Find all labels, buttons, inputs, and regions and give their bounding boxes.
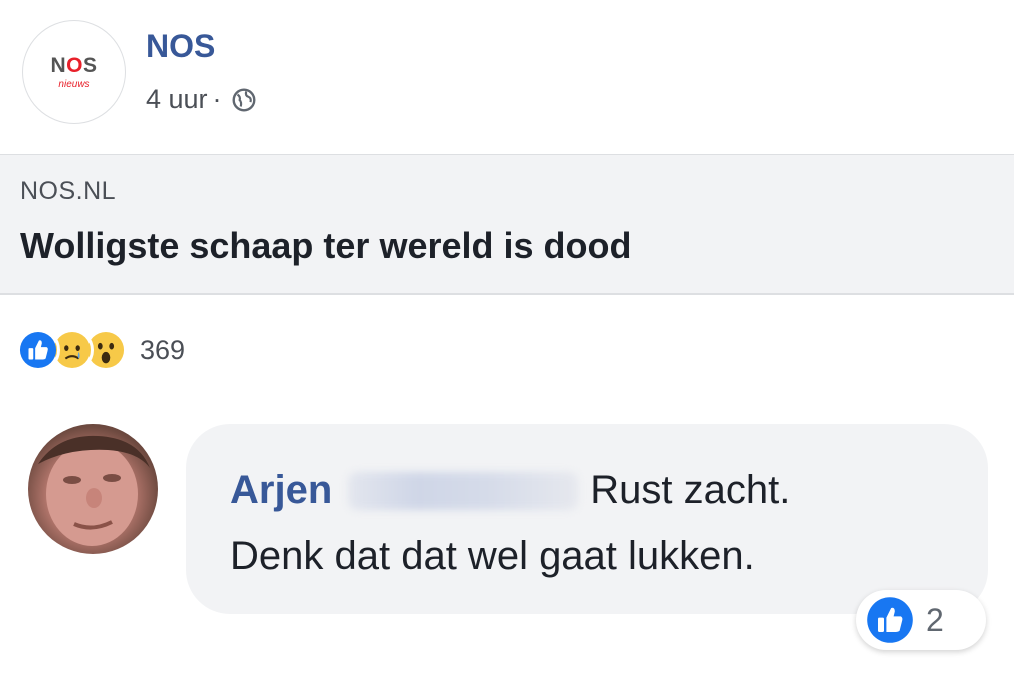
comment-reaction-count: 2 (926, 601, 944, 638)
post-timestamp[interactable]: 4 uur (146, 84, 208, 115)
like-icon (867, 597, 913, 643)
blurred-surname (348, 471, 579, 510)
page-avatar[interactable]: NOS nieuws (22, 20, 126, 124)
comment-bubble: Arjen Rust zacht. Denk dat dat wel gaat … (186, 424, 988, 614)
meta-separator: · (212, 84, 222, 114)
post-meta: 4 uur · (146, 84, 257, 115)
commenter-avatar[interactable] (28, 424, 158, 554)
post-reactions[interactable]: 369 (16, 326, 185, 374)
comment-first-line: Arjen Rust zacht. (230, 468, 790, 513)
comment-author-link[interactable]: Arjen (230, 468, 332, 513)
comment-text-line2: Denk dat dat wel gaat lukken. (230, 534, 755, 578)
comment-text-line1: Rust zacht. (590, 468, 791, 512)
link-title[interactable]: Wolligste schaap ter wereld is dood (20, 225, 631, 267)
globe-icon[interactable] (231, 87, 257, 113)
link-preview-card[interactable]: NOS.NL Wolligste schaap ter wereld is do… (0, 154, 1014, 295)
nos-logo-subtext: nieuws (58, 78, 90, 90)
link-domain: NOS.NL (20, 177, 117, 205)
nos-logo: NOS (50, 53, 98, 77)
comment-reaction-badge[interactable]: 2 (856, 590, 986, 650)
reaction-count[interactable]: 369 (140, 335, 185, 366)
page-name-link[interactable]: NOS (146, 28, 215, 65)
like-icon (16, 328, 60, 372)
